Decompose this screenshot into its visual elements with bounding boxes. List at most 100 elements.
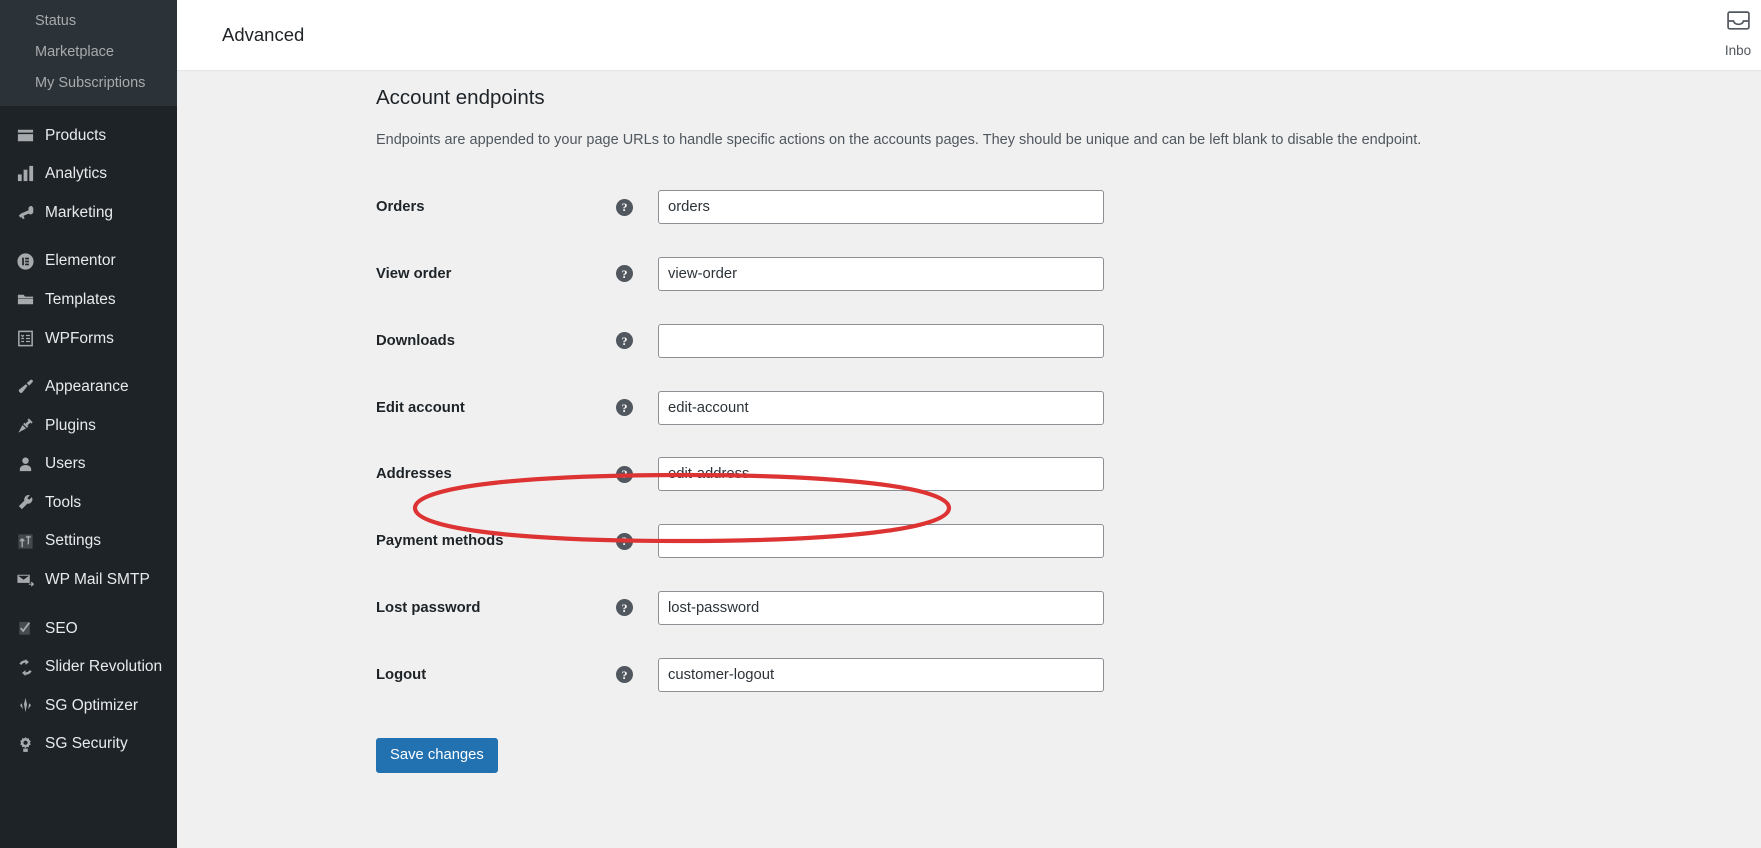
field-label-orders: Orders [376, 199, 425, 216]
help-icon[interactable]: ? [616, 265, 633, 283]
sidebar-item-wpforms[interactable]: WPForms [0, 319, 177, 358]
lost-password-input[interactable] [658, 590, 1104, 625]
sidebar-submenu-group: Status Marketplace My Subscriptions [0, 0, 177, 106]
help-icon[interactable]: ? [616, 465, 633, 483]
sidebar-item-label: Users [45, 455, 86, 473]
sidebar-item-seo[interactable]: SEO [0, 609, 177, 648]
refresh-icon [10, 658, 40, 677]
sidebar-item-elementor[interactable]: Elementor [0, 242, 177, 281]
field-label-logout: Logout [376, 666, 427, 683]
elementor-icon [10, 252, 40, 271]
wrench-icon [10, 493, 40, 512]
sidebar-item-sg-security[interactable]: SG Security [0, 725, 177, 764]
field-label-edit-account: Edit account [376, 399, 465, 416]
megaphone-icon [10, 203, 40, 222]
paintbrush-icon [10, 377, 40, 396]
table-row: Addresses ? [376, 441, 1104, 508]
sidebar-subitem-label: Status [35, 13, 77, 29]
field-label-addresses: Addresses [376, 466, 452, 483]
sidebar-item-label: Plugins [45, 416, 96, 434]
help-icon[interactable]: ? [616, 532, 633, 550]
orders-input[interactable] [658, 190, 1104, 225]
sidebar-item-wp-mail-smtp[interactable]: WP Mail SMTP [0, 561, 177, 600]
sidebar-divider [0, 106, 177, 116]
sidebar-item-label: Templates [45, 290, 116, 308]
help-icon[interactable]: ? [616, 198, 633, 216]
endpoints-form-table: Orders ? View order ? Down [376, 174, 1104, 708]
sidebar-item-label: Appearance [45, 378, 129, 396]
sidebar-subitem-status[interactable]: Status [0, 6, 177, 37]
admin-sidebar: Status Marketplace My Subscriptions Prod… [0, 0, 177, 848]
logout-input[interactable] [658, 657, 1104, 692]
sidebar-item-marketing[interactable]: Marketing [0, 193, 177, 232]
inbox-icon [1726, 10, 1751, 38]
shield-gear-icon [10, 735, 40, 754]
sidebar-item-label: SG Optimizer [45, 696, 139, 714]
folder-icon [10, 290, 40, 309]
sidebar-item-label: Slider Revolution [45, 658, 163, 676]
analytics-icon [10, 164, 40, 183]
sidebar-subitem-marketplace[interactable]: Marketplace [0, 37, 177, 68]
sidebar-item-slider-revolution[interactable]: Slider Revolution [0, 648, 177, 687]
table-row: Lost password ? [376, 575, 1104, 642]
addresses-input[interactable] [658, 457, 1104, 492]
main-area: Advanced Inbo Account endpoints Endpoint… [177, 0, 1761, 848]
yoast-icon [10, 619, 40, 638]
table-row: Edit account ? [376, 374, 1104, 441]
sidebar-divider [0, 358, 177, 368]
sidebar-item-plugins[interactable]: Plugins [0, 406, 177, 445]
table-row: Downloads ? [376, 307, 1104, 374]
inbox-label: Inbo [1724, 43, 1752, 58]
table-row: View order ? [376, 241, 1104, 308]
sidebar-item-label: WPForms [45, 329, 114, 347]
sidebar-item-label: Tools [45, 493, 82, 511]
sliders-icon [10, 532, 40, 551]
sidebar-item-templates[interactable]: Templates [0, 280, 177, 319]
sidebar-item-label: SG Security [45, 735, 128, 753]
save-changes-button[interactable]: Save changes [376, 738, 498, 774]
edit-account-input[interactable] [658, 390, 1104, 425]
table-row: Logout ? [376, 641, 1104, 708]
help-icon[interactable]: ? [616, 332, 633, 350]
page-title: Advanced [222, 24, 305, 45]
table-row: Orders ? [376, 174, 1104, 241]
downloads-input[interactable] [658, 323, 1104, 358]
page-header: Advanced Inbo [177, 0, 1761, 71]
products-icon [10, 126, 40, 145]
field-label-view-order: View order [376, 265, 452, 282]
section-description: Endpoints are appended to your page URLs… [376, 132, 1422, 148]
table-row: Payment methods ? [376, 508, 1104, 575]
sidebar-item-analytics[interactable]: Analytics [0, 155, 177, 194]
sidebar-item-label: Analytics [45, 165, 108, 183]
sidebar-item-users[interactable]: Users [0, 445, 177, 484]
payment-methods-input[interactable] [658, 524, 1104, 559]
sidebar-item-label: Products [45, 126, 107, 144]
sidebar-item-products[interactable]: Products [0, 116, 177, 155]
inbox-button[interactable]: Inbo [1707, 10, 1761, 58]
help-icon[interactable]: ? [616, 599, 633, 617]
help-icon[interactable]: ? [616, 399, 633, 417]
plug-icon [10, 416, 40, 435]
sidebar-subitem-label: Marketplace [35, 44, 114, 60]
sidebar-divider [0, 232, 177, 242]
wp-admin-screen: Status Marketplace My Subscriptions Prod… [0, 0, 1761, 848]
sidebar-item-label: Marketing [45, 203, 114, 221]
field-label-lost-password: Lost password [376, 599, 481, 616]
help-icon[interactable]: ? [616, 666, 633, 684]
sidebar-item-label: SEO [45, 619, 78, 637]
user-icon [10, 455, 40, 474]
sidebar-item-settings[interactable]: Settings [0, 522, 177, 561]
sidebar-item-label: Settings [45, 532, 102, 550]
sidebar-item-sg-optimizer[interactable]: SG Optimizer [0, 686, 177, 725]
field-label-downloads: Downloads [376, 332, 455, 349]
sidebar-item-appearance[interactable]: Appearance [0, 368, 177, 407]
section-title: Account endpoints [376, 86, 545, 109]
sidebar-subitem-label: My Subscriptions [35, 75, 146, 91]
siteground-icon [10, 696, 40, 715]
view-order-input[interactable] [658, 256, 1104, 291]
field-label-payment-methods: Payment methods [376, 533, 504, 550]
sidebar-item-label: WP Mail SMTP [45, 571, 150, 589]
sidebar-subitem-my-subscriptions[interactable]: My Subscriptions [0, 68, 177, 99]
sidebar-item-tools[interactable]: Tools [0, 483, 177, 522]
wpforms-icon [10, 329, 40, 348]
